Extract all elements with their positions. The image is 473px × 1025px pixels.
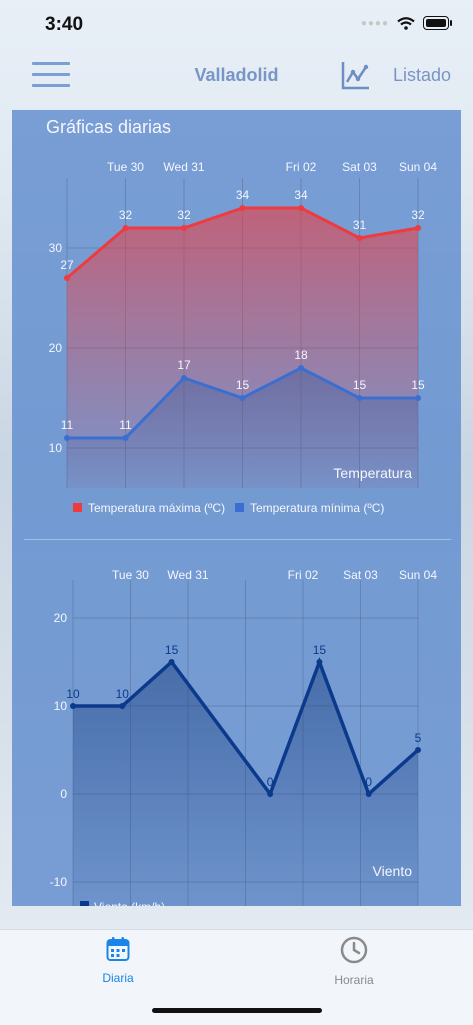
x-tick-label: Sat 03 <box>342 160 377 174</box>
data-label-min: 17 <box>177 358 191 372</box>
status-bar: 3:40 ●●●● <box>0 0 473 50</box>
data-point-max <box>298 205 304 211</box>
x-tick-label: Wed 31 <box>163 160 204 174</box>
data-label-max: 27 <box>60 258 74 272</box>
data-point-min <box>356 395 363 401</box>
data-label-min: 15 <box>411 378 425 392</box>
data-label-wind: 10 <box>116 687 130 701</box>
data-point-wind <box>70 703 76 709</box>
list-button[interactable]: Listado <box>341 60 451 90</box>
x-tick-label: Tue 30 <box>107 160 144 174</box>
data-label-wind: 0 <box>365 775 372 789</box>
data-point-max <box>181 225 187 231</box>
data-label-max: 32 <box>119 208 133 222</box>
y-tick-label: 30 <box>49 241 63 255</box>
data-label-min: 15 <box>353 378 367 392</box>
data-point-min <box>64 435 70 441</box>
tab-diaria[interactable]: Diaria <box>68 936 168 985</box>
x-tick-label: Sat 03 <box>343 568 378 582</box>
data-point-wind <box>119 703 126 709</box>
y-tick-label: 20 <box>54 611 68 625</box>
data-label-min: 11 <box>61 418 74 432</box>
chart-name: Viento <box>373 863 413 879</box>
data-point-min <box>122 435 129 441</box>
clock-icon <box>340 936 368 964</box>
data-label-max: 32 <box>177 208 191 222</box>
y-tick-label: 0 <box>60 787 67 801</box>
data-point-wind <box>168 659 175 665</box>
data-point-max <box>415 225 421 231</box>
data-label-max: 31 <box>353 218 367 232</box>
data-label-max: 32 <box>411 208 425 222</box>
data-point-max <box>356 235 363 241</box>
line-chart-icon <box>341 62 369 90</box>
data-label-min: 15 <box>236 378 250 392</box>
data-label-max: 34 <box>236 188 250 202</box>
data-label-wind: 15 <box>313 643 327 657</box>
legend-swatch-wind <box>80 901 89 906</box>
data-label-wind: 0 <box>267 775 274 789</box>
data-point-wind <box>415 747 421 753</box>
y-tick-label: 20 <box>49 341 63 355</box>
status-time: 3:40 <box>45 14 84 35</box>
status-icons: ●●●● <box>360 16 452 30</box>
data-point-max <box>122 225 129 231</box>
wifi-icon <box>397 16 415 30</box>
data-point-min <box>415 395 421 401</box>
data-point-max <box>239 205 246 211</box>
legend-label-max: Temperatura máxima (ºC) <box>88 501 225 515</box>
x-tick-label: Sun 04 <box>399 568 437 582</box>
home-indicator <box>152 1008 322 1013</box>
data-point-wind <box>267 791 274 797</box>
legend-label-min: Temperatura mínima (ºC) <box>250 501 384 515</box>
navbar: Valladolid Listado <box>0 52 473 100</box>
x-tick-label: Sun 04 <box>399 160 437 174</box>
data-label-wind: 10 <box>66 687 80 701</box>
data-point-max <box>64 275 70 281</box>
legend-swatch-max <box>73 503 82 512</box>
tab-diaria-label: Diaria <box>102 971 134 985</box>
x-tick-label: Wed 31 <box>167 568 208 582</box>
data-label-wind: 5 <box>415 731 422 745</box>
x-tick-label: Fri 02 <box>286 160 317 174</box>
charts-panel: Gráficas diarias Tue 30 Wed 31 Fri 02 Sat 0… <box>12 110 461 906</box>
list-label: Listado <box>392 64 451 85</box>
legend-label-wind: Viento (km/h) <box>94 900 165 906</box>
data-label-min: 18 <box>294 348 308 362</box>
data-label-max: 34 <box>294 188 308 202</box>
data-label-min: 11 <box>119 418 132 432</box>
tab-horaria-label: Horaria <box>334 973 374 987</box>
chart-name: Temperatura <box>333 465 412 481</box>
y-tick-label: 10 <box>49 441 63 455</box>
x-tick-label: Tue 30 <box>112 568 149 582</box>
legend-swatch-min <box>235 503 244 512</box>
x-tick-label: Fri 02 <box>288 568 319 582</box>
data-point-min <box>298 365 304 371</box>
data-point-min <box>181 375 187 381</box>
tab-horaria[interactable]: Horaria <box>304 936 404 987</box>
data-point-wind <box>365 791 372 797</box>
y-tick-label: 10 <box>54 699 68 713</box>
data-point-min <box>239 395 246 401</box>
battery-icon <box>423 16 452 30</box>
data-label-wind: 15 <box>165 643 179 657</box>
wind-chart: Tue 30 Wed 31 Fri 02 Sat 03 Sun 04 -10 0 10 20 10… <box>50 568 437 906</box>
temperature-chart: Tue 30 Wed 31 Fri 02 Sat 03 Sun 04 10 20 30 27 32… <box>49 160 438 515</box>
calendar-icon <box>106 937 130 961</box>
y-tick-label: -10 <box>50 875 68 889</box>
data-point-wind <box>316 659 323 665</box>
signal-icon: ●●●● <box>360 17 389 29</box>
